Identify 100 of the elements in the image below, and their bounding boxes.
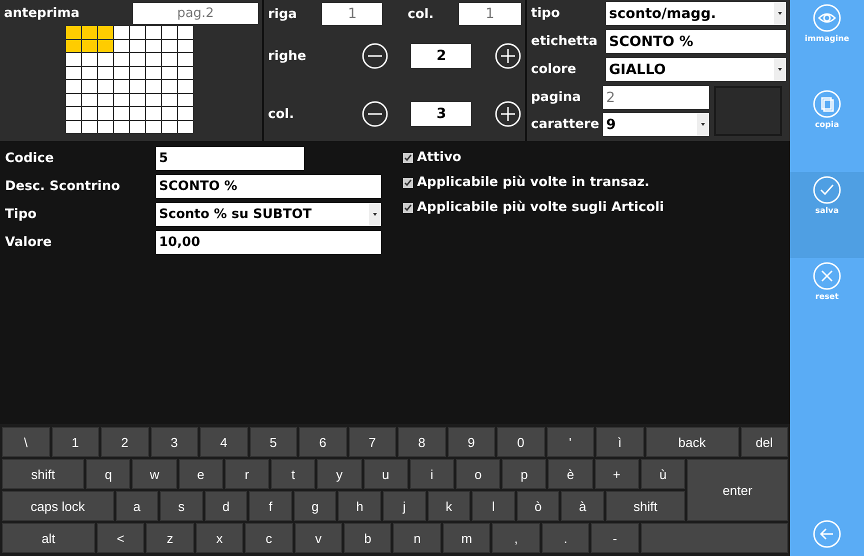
- checkmark-icon: [813, 176, 841, 204]
- keyboard-key[interactable]: 8: [398, 427, 446, 457]
- keyboard-key[interactable]: <: [96, 523, 144, 553]
- keyboard-key[interactable]: e: [178, 459, 223, 489]
- text-field[interactable]: SCONTO %: [156, 175, 381, 198]
- keyboard-key[interactable]: del: [740, 427, 788, 457]
- keyboard-key[interactable]: j: [383, 491, 426, 521]
- type-dropdown[interactable]: Sconto % su SUBTOT: [156, 203, 381, 226]
- keyboard-key[interactable]: m: [442, 523, 490, 553]
- keyboard-key[interactable]: q: [86, 459, 130, 489]
- keyboard-key[interactable]: k: [428, 491, 470, 521]
- keyboard-key[interactable]: -: [591, 523, 639, 553]
- minus-icon[interactable]: [362, 43, 388, 69]
- keyboard-key[interactable]: b: [344, 523, 392, 553]
- keyboard-key[interactable]: 9: [448, 427, 495, 457]
- keyboard-key[interactable]: caps lock: [2, 491, 114, 521]
- keyboard-key[interactable]: u: [364, 459, 408, 489]
- dropdown-arrow-icon[interactable]: [778, 12, 782, 15]
- keyboard-key[interactable]: z: [146, 523, 194, 553]
- keyboard-key[interactable]: t: [271, 459, 316, 489]
- keyboard-key[interactable]: 1: [52, 427, 99, 457]
- checkbox-label: Applicabile più volte sugli Articoli: [417, 200, 664, 215]
- keyboard-key[interactable]: a: [116, 491, 158, 521]
- field-label: etichetta: [531, 34, 598, 49]
- keyboard-key[interactable]: back: [646, 427, 738, 457]
- keyboard-key[interactable]: n: [393, 523, 441, 553]
- keyboard-key[interactable]: 4: [200, 427, 248, 457]
- keyboard-key[interactable]: w: [132, 459, 177, 489]
- keyboard-key[interactable]: v: [294, 523, 342, 553]
- keyboard-key[interactable]: s: [160, 491, 203, 521]
- field-label: righe: [268, 48, 308, 64]
- keyboard-key[interactable]: 3: [150, 427, 198, 457]
- keyboard-key[interactable]: c: [245, 523, 293, 553]
- field-label: col.: [408, 6, 434, 22]
- field-label: Valore: [5, 235, 53, 250]
- keyboard-key[interactable]: y: [317, 459, 362, 489]
- dropdown-arrow-icon[interactable]: [778, 68, 782, 71]
- keyboard-key[interactable]: ù: [640, 459, 686, 489]
- keyboard-key[interactable]: g: [294, 491, 336, 521]
- keyboard-key[interactable]: i: [410, 459, 454, 489]
- checkbox[interactable]: [403, 202, 413, 212]
- keyboard-key[interactable]: 0: [497, 427, 544, 457]
- rows-field[interactable]: 2: [411, 44, 472, 68]
- keyboard-key[interactable]: f: [249, 491, 292, 521]
- font-size-dropdown[interactable]: 9: [603, 113, 710, 136]
- minus-icon[interactable]: [362, 101, 388, 127]
- copy-icon: [813, 90, 841, 118]
- keyboard-key[interactable]: shift: [606, 491, 686, 521]
- color-dropdown[interactable]: GIALLO: [606, 58, 786, 81]
- keyboard-key[interactable]: 5: [250, 427, 297, 457]
- text-field[interactable]: 10,00: [156, 231, 381, 254]
- plus-icon[interactable]: [494, 43, 521, 69]
- keyboard-key[interactable]: +: [594, 459, 639, 489]
- checkbox-label: Attivo: [417, 150, 462, 165]
- keyboard-key[interactable]: r: [224, 459, 270, 489]
- keyboard-key[interactable]: \: [2, 427, 50, 457]
- text-field[interactable]: 5: [156, 147, 304, 170]
- keyboard-key[interactable]: ': [546, 427, 594, 457]
- plus-icon[interactable]: [494, 101, 521, 127]
- checkbox[interactable]: [403, 178, 413, 188]
- enter-key[interactable]: enter: [687, 459, 788, 521]
- field-label: Codice: [5, 151, 55, 166]
- close-icon: [813, 262, 841, 290]
- keyboard-key[interactable]: ,: [492, 523, 540, 553]
- page-field: pag.2: [133, 3, 258, 24]
- dropdown-arrow-icon[interactable]: [701, 123, 706, 126]
- keyboard-key[interactable]: l: [472, 491, 515, 521]
- keyboard-key[interactable]: ì: [596, 427, 644, 457]
- field-label: tipo: [531, 6, 560, 21]
- field-label: col.: [268, 106, 296, 122]
- keyboard-key[interactable]: è: [548, 459, 593, 489]
- checkbox[interactable]: [403, 152, 413, 162]
- keyboard-key[interactable]: p: [502, 459, 546, 489]
- keyboard-key[interactable]: x: [196, 523, 244, 553]
- keyboard-key[interactable]: o: [456, 459, 500, 489]
- type-dropdown[interactable]: sconto/magg.: [606, 2, 786, 25]
- keyboard-key[interactable]: d: [204, 491, 248, 521]
- checkbox-label: Applicabile più volte in transaz.: [417, 175, 650, 190]
- label-field[interactable]: SCONTO %: [606, 30, 786, 53]
- keyboard-key[interactable]: h: [338, 491, 382, 521]
- field-label: carattere: [531, 117, 600, 132]
- keyboard-key[interactable]: 6: [299, 427, 346, 457]
- keyboard-key[interactable]: 2: [101, 427, 148, 457]
- keyboard-key[interactable]: shift: [2, 459, 84, 489]
- column-field[interactable]: 1: [458, 3, 521, 25]
- keyboard-key[interactable]: .: [542, 523, 590, 553]
- field-label: Tipo: [5, 207, 38, 222]
- dropdown-arrow-icon[interactable]: [373, 213, 377, 216]
- keyboard-key[interactable]: à: [561, 491, 604, 521]
- field-label: Desc. Scontrino: [5, 179, 122, 194]
- page-number-field[interactable]: 2: [603, 86, 710, 109]
- field-label: colore: [531, 62, 576, 77]
- keyboard-key[interactable]: alt: [2, 523, 95, 553]
- field-label: riga: [268, 6, 297, 22]
- keyboard-key[interactable]: ò: [516, 491, 560, 521]
- row-field[interactable]: 1: [322, 3, 382, 25]
- preview-label: anteprima: [4, 6, 80, 21]
- columns-field[interactable]: 3: [411, 102, 472, 126]
- field-label: pagina: [531, 90, 581, 105]
- keyboard-key[interactable]: 7: [348, 427, 396, 457]
